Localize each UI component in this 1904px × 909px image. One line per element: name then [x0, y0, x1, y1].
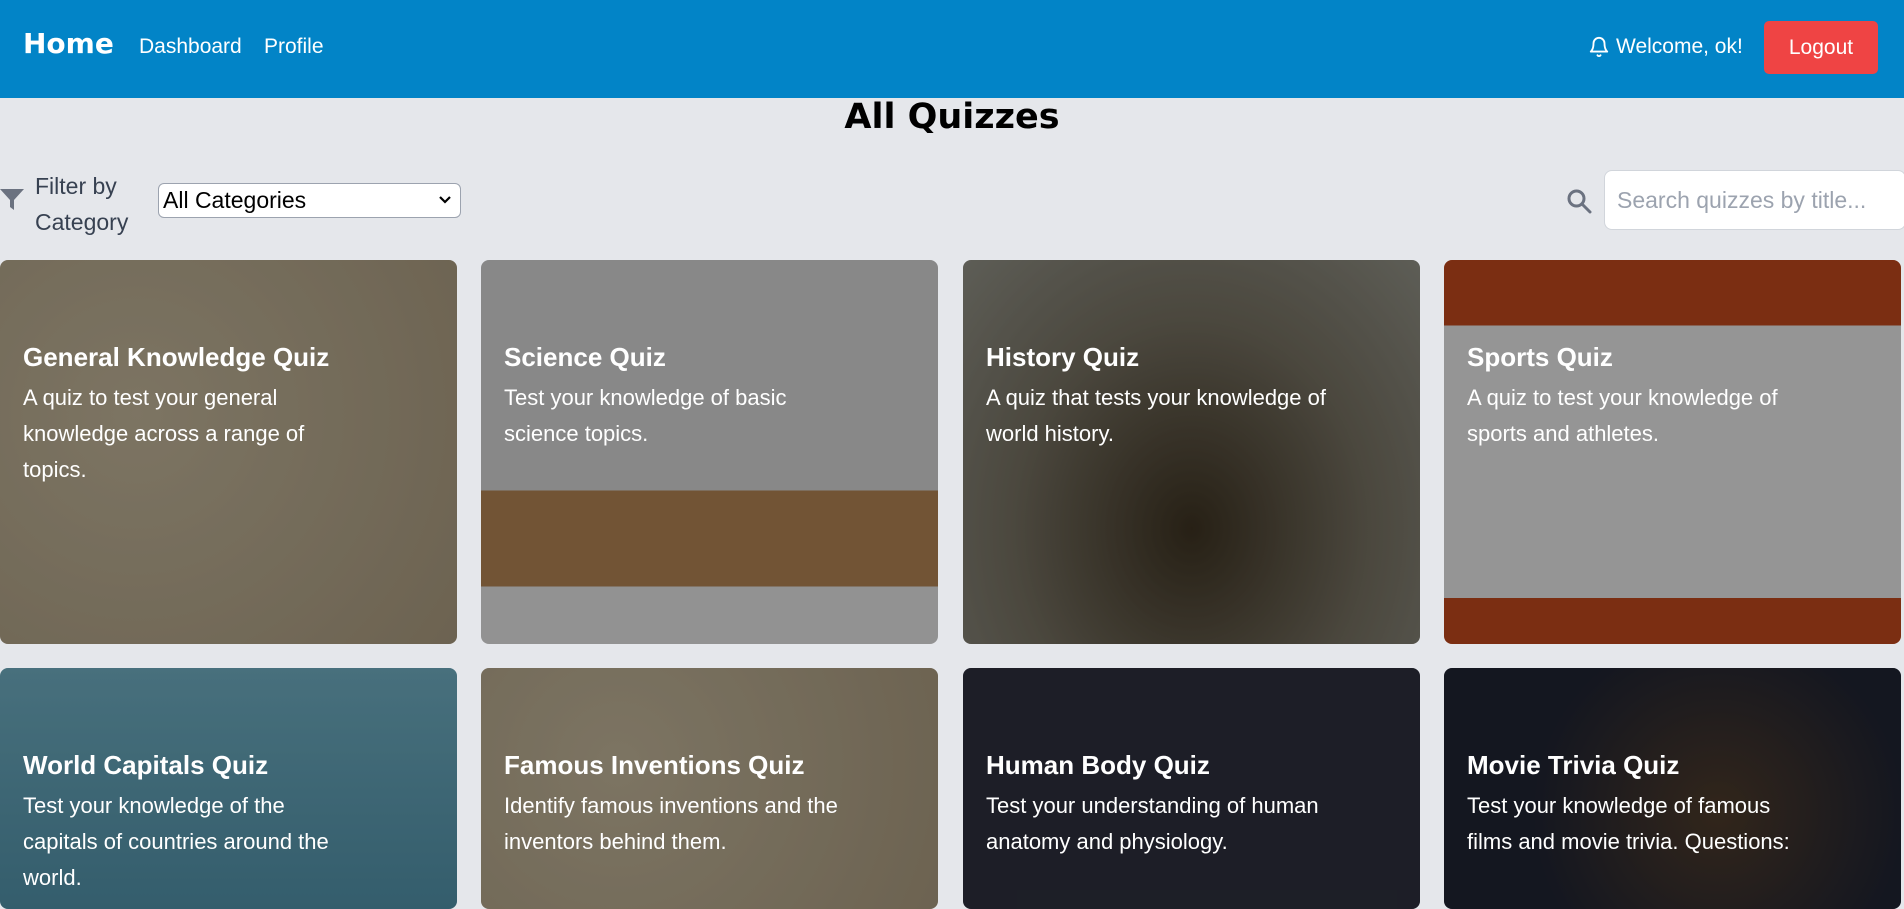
- quiz-card-sports[interactable]: Sports Quiz A quiz to test your knowledg…: [1444, 260, 1901, 644]
- quiz-card-description: Test your knowledge of basic science top…: [504, 385, 787, 446]
- quiz-card-description: Test your knowledge of the capitals of c…: [23, 793, 329, 890]
- quiz-card-title: World Capitals Quiz: [23, 750, 269, 780]
- quiz-card-title: Movie Trivia Quiz: [1467, 750, 1680, 780]
- category-select-value: All Categories: [163, 187, 307, 213]
- quiz-card-history[interactable]: History Quiz A quiz that tests your know…: [963, 260, 1420, 644]
- quiz-card-description: A quiz to test your knowledge of sports …: [1467, 385, 1778, 446]
- quiz-card-title: Famous Inventions Quiz: [504, 750, 805, 780]
- welcome-text: Welcome, ok!: [1616, 35, 1743, 58]
- search-icon: [1567, 189, 1592, 214]
- nav-dashboard-link[interactable]: Dashboard: [139, 35, 242, 59]
- category-select[interactable]: All Categories: [158, 183, 461, 218]
- navbar: Home Dashboard Profile Welcome, ok! Logo…: [0, 0, 1904, 98]
- quiz-card-title: Science Quiz: [504, 342, 666, 372]
- quiz-card-general-knowledge[interactable]: General Knowledge Quiz A quiz to test yo…: [0, 260, 457, 644]
- page-title: All Quizzes: [844, 97, 1060, 137]
- quiz-card-human-body[interactable]: Human Body Quiz Test your understanding …: [963, 668, 1420, 909]
- quiz-card-science[interactable]: Science Quiz Test your knowledge of basi…: [481, 260, 938, 644]
- logout-button[interactable]: Logout: [1764, 21, 1878, 74]
- card-overlay: [481, 260, 938, 644]
- search-input[interactable]: [1604, 170, 1904, 230]
- quiz-card-title: General Knowledge Quiz: [23, 342, 330, 372]
- quiz-card-description: Test your knowledge of famous films and …: [1467, 793, 1790, 854]
- bell-icon[interactable]: [1588, 34, 1610, 60]
- quiz-card-description: A quiz to test your general knowledge ac…: [23, 385, 305, 482]
- quiz-card-famous-inventions[interactable]: Famous Inventions Quiz Identify famous i…: [481, 668, 938, 909]
- filter-label: Filter by Category: [35, 173, 129, 235]
- quiz-card-movie-trivia[interactable]: Movie Trivia Quiz Test your knowledge of…: [1444, 668, 1901, 909]
- chevron-down-icon: [439, 196, 451, 204]
- quiz-card-description: Test your understanding of human anatomy…: [986, 793, 1319, 854]
- card-overlay: [1444, 260, 1901, 644]
- quiz-card-title: History Quiz: [986, 342, 1140, 372]
- filter-icon: [0, 189, 24, 210]
- card-overlay: [963, 260, 1420, 644]
- quiz-card-title: Sports Quiz: [1467, 342, 1613, 372]
- quiz-card-description: A quiz that tests your knowledge of worl…: [986, 385, 1326, 446]
- quiz-card-world-capitals[interactable]: World Capitals Quiz Test your knowledge …: [0, 668, 457, 909]
- quiz-card-description: Identify famous inventions and the inven…: [504, 793, 838, 854]
- quiz-card-title: Human Body Quiz: [986, 750, 1210, 780]
- nav-home-link[interactable]: Home: [23, 27, 114, 60]
- nav-profile-link[interactable]: Profile: [264, 35, 324, 59]
